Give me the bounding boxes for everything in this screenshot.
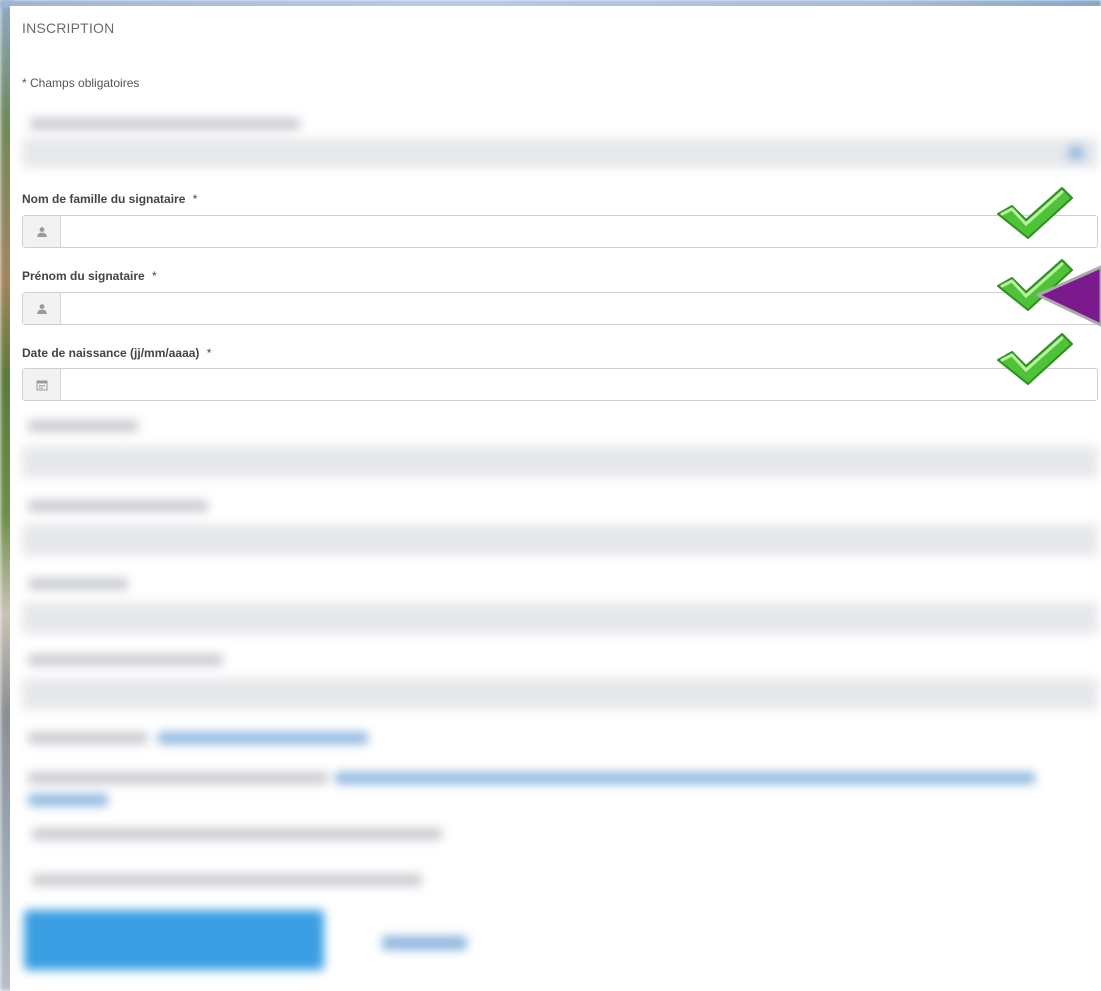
last-name-label: Nom de famille du signataire * bbox=[22, 192, 198, 206]
blurred-label bbox=[28, 578, 128, 590]
last-name-input[interactable] bbox=[61, 216, 1097, 247]
blurred-field-icon bbox=[1068, 146, 1084, 160]
check-icon bbox=[997, 333, 1073, 385]
birth-date-label: Date de naissance (jj/mm/aaaa) * bbox=[22, 346, 212, 360]
calendar-icon bbox=[23, 369, 61, 400]
blurred-text bbox=[28, 772, 328, 784]
first-name-input[interactable] bbox=[61, 293, 1097, 324]
pointer-arrow-icon bbox=[1036, 265, 1101, 327]
blurred-text bbox=[32, 828, 442, 840]
user-icon bbox=[23, 293, 61, 324]
last-name-input-group bbox=[22, 215, 1098, 248]
blurred-label bbox=[28, 654, 223, 666]
required-asterisk: * bbox=[192, 192, 198, 206]
blurred-label bbox=[28, 420, 138, 432]
birth-date-input[interactable] bbox=[61, 369, 1097, 400]
blurred-label bbox=[30, 118, 300, 130]
blurred-link bbox=[28, 794, 108, 806]
required-asterisk: * bbox=[152, 269, 157, 283]
required-asterisk: * bbox=[206, 346, 212, 360]
blurred-field bbox=[22, 602, 1098, 634]
birth-date-input-group bbox=[22, 368, 1098, 401]
required-fields-note: * Champs obligatoires bbox=[22, 76, 140, 90]
blurred-text bbox=[32, 874, 422, 886]
first-name-input-group bbox=[22, 292, 1098, 325]
blurred-link bbox=[158, 732, 368, 744]
blurred-field bbox=[22, 524, 1098, 556]
user-icon bbox=[23, 216, 61, 247]
blurred-link bbox=[335, 772, 1035, 784]
blurred-cancel-link[interactable] bbox=[382, 936, 467, 950]
blurred-text bbox=[28, 732, 148, 744]
blurred-field bbox=[22, 138, 1098, 168]
first-name-label: Prénom du signataire * bbox=[22, 269, 157, 283]
blurred-label bbox=[28, 500, 208, 512]
blurred-submit-button[interactable] bbox=[24, 910, 324, 970]
registration-panel: INSCRIPTION * Champs obligatoires Nom de… bbox=[10, 6, 1101, 991]
page-title: INSCRIPTION bbox=[22, 20, 115, 36]
blurred-field bbox=[22, 678, 1098, 710]
blurred-field bbox=[22, 446, 1098, 478]
check-icon bbox=[997, 187, 1073, 239]
